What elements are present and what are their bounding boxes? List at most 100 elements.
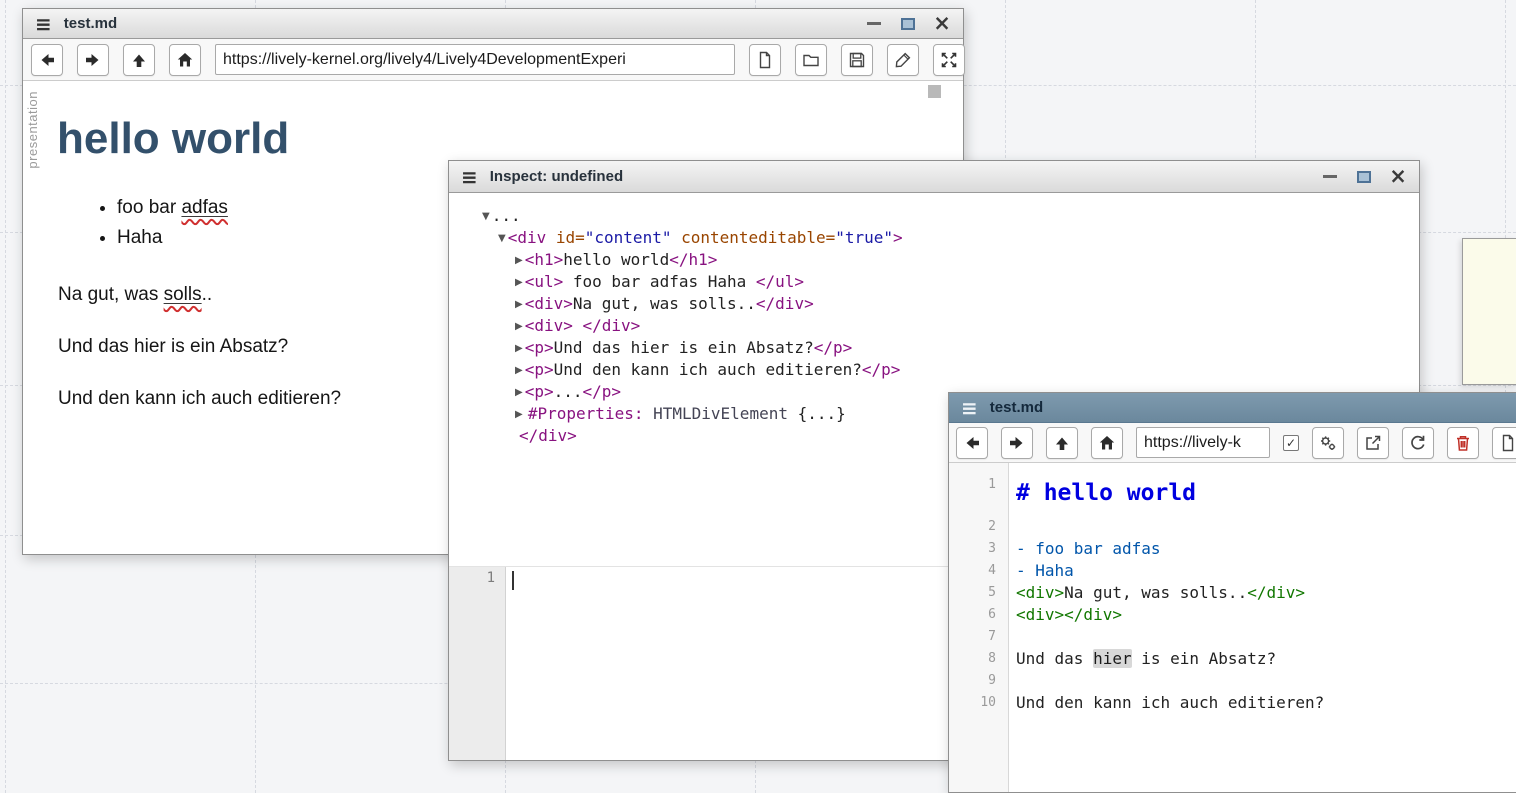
text-cursor: [512, 571, 514, 590]
line-number: 7: [949, 626, 1009, 648]
token: contenteditable=: [671, 228, 835, 247]
token: ...: [492, 206, 521, 225]
titlebar[interactable]: ≡ test.md: [949, 393, 1516, 423]
maximize-button[interactable]: [899, 15, 917, 33]
delete-button[interactable]: [1447, 427, 1479, 459]
gears-icon: [1318, 433, 1338, 453]
pencil-icon: [893, 50, 913, 70]
code-text: Und den kann ich auch editieren?: [1009, 692, 1324, 714]
menu-icon[interactable]: ≡: [35, 14, 52, 34]
file-icon: [755, 50, 775, 70]
line-number: 8: [949, 648, 1009, 670]
menu-icon[interactable]: ≡: [961, 398, 978, 418]
home-button[interactable]: [1091, 427, 1123, 459]
token: <div>: [525, 294, 573, 313]
open-external-button[interactable]: [1357, 427, 1389, 459]
token: Na gut, was solls..: [573, 294, 756, 313]
url-input[interactable]: [1136, 427, 1270, 458]
token: [643, 404, 653, 423]
code-text: - foo bar adfas: [1009, 538, 1161, 560]
scrollbar-stub[interactable]: [928, 85, 941, 98]
code-text: <div>Na gut, was solls..</div>: [1009, 582, 1305, 604]
token: "true": [835, 228, 893, 247]
maximize-button[interactable]: [1355, 168, 1373, 186]
inspector-tree-line[interactable]: ▶<ul> foo bar adfas Haha </ul>: [449, 271, 1419, 293]
new-file-button[interactable]: [749, 44, 781, 76]
code-text: # hello world: [1009, 473, 1196, 513]
close-icon: ×: [1389, 166, 1407, 187]
forward-button[interactable]: [1001, 427, 1033, 459]
toolbar-checkbox[interactable]: ✓: [1283, 435, 1299, 451]
url-input[interactable]: [215, 44, 735, 75]
save-icon: [847, 50, 867, 70]
code-line[interactable]: 7: [949, 626, 1516, 648]
settings-button[interactable]: [1312, 427, 1344, 459]
trash-icon: [1453, 433, 1473, 453]
code-line[interactable]: 3- foo bar adfas: [949, 538, 1516, 560]
code-line[interactable]: 6<div></div>: [949, 604, 1516, 626]
arrow-left-icon: [962, 433, 982, 453]
code-line[interactable]: 5<div>Na gut, was solls..</div>: [949, 582, 1516, 604]
token: - Haha: [1016, 561, 1074, 580]
inspector-tree-line[interactable]: ▼...: [449, 205, 1419, 227]
window-peek[interactable]: [1462, 238, 1516, 385]
arrow-left-icon: [37, 50, 57, 70]
minimize-button[interactable]: [865, 15, 883, 33]
close-button[interactable]: ×: [933, 15, 951, 33]
token: </div>: [756, 294, 814, 313]
titlebar[interactable]: ≡ test.md ×: [23, 9, 963, 39]
save-button[interactable]: [841, 44, 873, 76]
fullscreen-button[interactable]: [933, 44, 965, 76]
token: </p>: [814, 338, 853, 357]
code-line[interactable]: 9: [949, 670, 1516, 692]
code-text: - Haha: [1009, 560, 1074, 582]
menu-icon[interactable]: ≡: [461, 167, 478, 187]
token: </ul>: [756, 272, 804, 291]
token: </div>: [519, 426, 577, 445]
up-button[interactable]: [1046, 427, 1078, 459]
code-line[interactable]: 2: [949, 516, 1516, 538]
code-text: <div></div>: [1009, 604, 1122, 626]
code-line[interactable]: 8Und das hier is ein Absatz?: [949, 648, 1516, 670]
code-line[interactable]: 1# hello world: [949, 473, 1516, 516]
presentation-tab[interactable]: presentation: [25, 91, 40, 169]
line-number: 5: [949, 582, 1009, 604]
edit-button[interactable]: [887, 44, 919, 76]
token: ▶: [515, 365, 523, 376]
code-line[interactable]: 10Und den kann ich auch editieren?: [949, 692, 1516, 714]
code-line[interactable]: 4 - Haha: [949, 560, 1516, 582]
token: <div>: [525, 316, 573, 335]
token: </div>: [1247, 583, 1305, 602]
token: ▶: [515, 343, 523, 354]
source-editor[interactable]: 1# hello world 2 3- foo bar adfas 4 - Hah…: [949, 463, 1516, 792]
list-item-text: foo bar: [117, 197, 181, 218]
forward-button[interactable]: [77, 44, 109, 76]
inspector-tree-line[interactable]: ▶<div>Na gut, was solls..</div>: [449, 293, 1419, 315]
titlebar[interactable]: ≡ Inspect: undefined ×: [449, 161, 1419, 193]
close-icon: ×: [933, 13, 951, 34]
token: >: [893, 228, 903, 247]
back-button[interactable]: [956, 427, 988, 459]
inspector-tree-line[interactable]: ▶<div> </div>: [449, 315, 1419, 337]
navigation-toolbar: [23, 39, 963, 81]
token: ▶: [515, 409, 526, 420]
minimize-button[interactable]: [1321, 168, 1339, 186]
new-file-button[interactable]: [1492, 427, 1516, 459]
token: ▶: [515, 255, 523, 266]
desktop: { "icons": { "hamburger": "≡", "close": …: [0, 0, 1516, 793]
close-button[interactable]: ×: [1389, 168, 1407, 186]
line-number: 10: [949, 692, 1009, 714]
arrow-up-icon: [1052, 433, 1072, 453]
reload-button[interactable]: [1402, 427, 1434, 459]
browse-folder-button[interactable]: [795, 44, 827, 76]
grid-line: [5, 0, 6, 793]
inspector-tree-line[interactable]: ▶<h1>hello world</h1>: [449, 249, 1419, 271]
inspector-tree-line[interactable]: ▼<div id="content" contenteditable="true…: [449, 227, 1419, 249]
home-button[interactable]: [169, 44, 201, 76]
inspector-tree-line[interactable]: ▶<p>Und das hier is ein Absatz?</p>: [449, 337, 1419, 359]
inspector-tree-line[interactable]: ▶<p>Und den kann ich auch editieren?</p>: [449, 359, 1419, 381]
back-button[interactable]: [31, 44, 63, 76]
line-number: 4: [949, 560, 1009, 582]
expand-arrows-icon: [939, 50, 959, 70]
up-button[interactable]: [123, 44, 155, 76]
